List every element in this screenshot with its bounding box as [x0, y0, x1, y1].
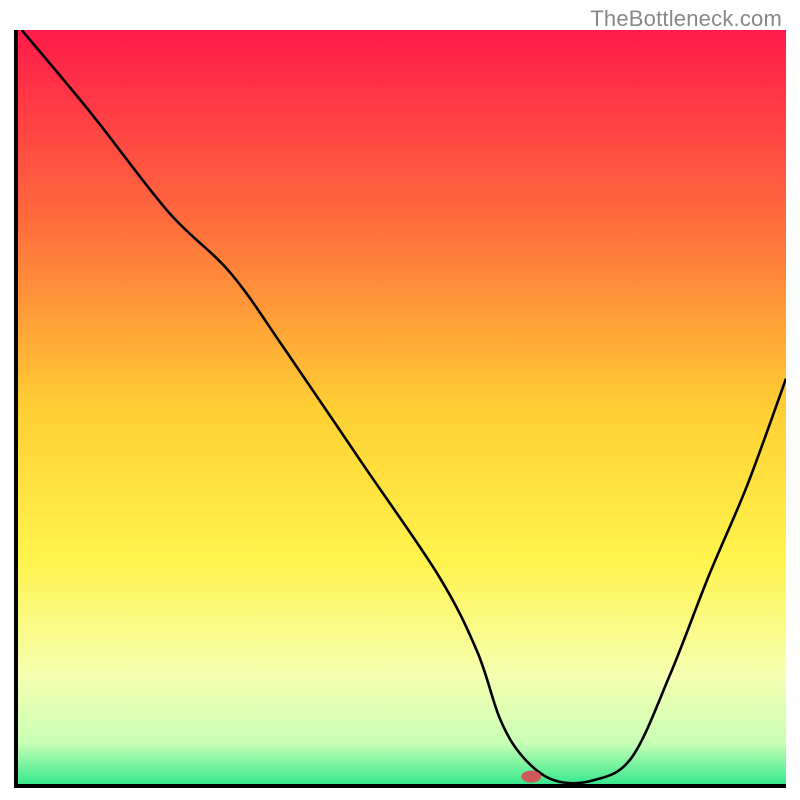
current-point-marker — [521, 771, 541, 783]
watermark-text: TheBottleneck.com — [590, 6, 782, 32]
chart-container — [14, 30, 786, 788]
bottleneck-chart — [14, 30, 786, 788]
